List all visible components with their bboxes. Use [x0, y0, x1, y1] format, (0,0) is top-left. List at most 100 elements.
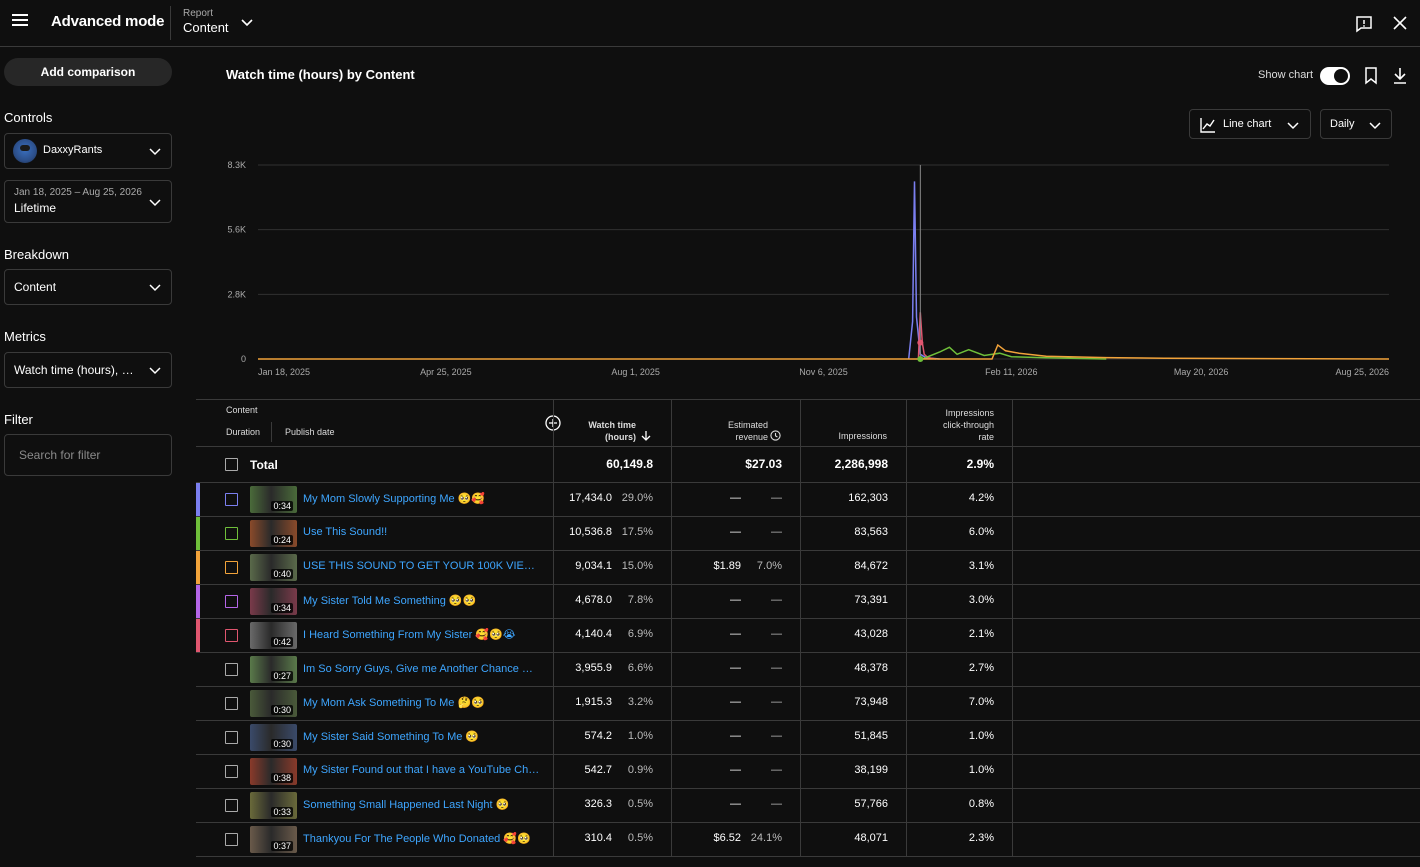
video-thumbnail[interactable]: 0:42 [250, 622, 297, 649]
col-divider [553, 447, 554, 483]
table-row[interactable]: 0:37 Thankyou For The People Who Donated … [196, 823, 1420, 857]
video-thumbnail[interactable]: 0:37 [250, 826, 297, 853]
sort-arrow-down-icon[interactable] [641, 430, 651, 442]
revenue-value: — [730, 628, 741, 640]
revenue-percent: — [771, 764, 782, 776]
col-divider [671, 721, 672, 755]
watch-time-percent: 6.9% [627, 628, 653, 640]
video-title-link[interactable]: Something Small Happened Last Night 🥺 [303, 798, 509, 811]
menu-icon[interactable] [12, 14, 28, 28]
controls-label: Controls [4, 110, 53, 125]
series-color-bar [196, 755, 200, 788]
col-divider [671, 789, 672, 823]
col-divider [1012, 653, 1013, 687]
col-divider [906, 687, 907, 721]
watch-time-value: 10,536.8 [569, 526, 612, 538]
line-chart[interactable]: 8.3K 5.6K 2.8K 0 Jan 18, 2025 Apr 25, 2025 Aug… [196, 152, 1420, 382]
video-thumbnail[interactable]: 0:27 [250, 656, 297, 683]
col-divider [553, 687, 554, 721]
add-comparison-button[interactable]: Add comparison [4, 58, 172, 86]
video-thumbnail[interactable]: 0:34 [250, 486, 297, 513]
col-divider [906, 823, 907, 857]
breakdown-selector[interactable]: Content [4, 269, 172, 305]
row-checkbox[interactable] [225, 561, 238, 574]
video-title-link[interactable]: USE THIS SOUND TO GET YOUR 100K VIEWS!! [303, 560, 545, 572]
chevron-down-icon [149, 367, 161, 375]
download-icon[interactable] [1392, 67, 1408, 85]
video-thumbnail[interactable]: 0:34 [250, 588, 297, 615]
video-title-link[interactable]: My Sister Told Me Something 🥺🥺 [303, 594, 476, 607]
video-thumbnail[interactable]: 0:38 [250, 758, 297, 785]
date-range-selector[interactable]: Jan 18, 2025 – Aug 25, 2026 Lifetime [4, 180, 172, 223]
report-selector[interactable]: Content [183, 20, 229, 35]
table-row[interactable]: 0:40 USE THIS SOUND TO GET YOUR 100K VIEW… [196, 551, 1420, 585]
video-duration: 0:30 [271, 705, 293, 715]
period-dropdown[interactable]: Daily [1320, 109, 1392, 139]
table-row[interactable]: 0:33 Something Small Happened Last Night … [196, 789, 1420, 823]
video-title-link[interactable]: Thankyou For The People Who Donated 🥰🥺 [303, 832, 531, 845]
table-row[interactable]: 0:30 My Mom Ask Something To Me 🤔🥺 1,915.3… [196, 687, 1420, 721]
video-title-link[interactable]: I Heard Something From My Sister 🥰🥺😭 [303, 628, 516, 641]
y-tick-label: 0 [241, 354, 246, 364]
row-checkbox[interactable] [225, 663, 238, 676]
ctr-value: 1.0% [968, 764, 994, 776]
close-icon[interactable] [1392, 15, 1408, 31]
video-duration: 0:27 [271, 671, 293, 681]
row-checkbox[interactable] [225, 799, 238, 812]
table-row[interactable]: 0:27 Im So Sorry Guys, Give me Another Ch… [196, 653, 1420, 687]
row-checkbox[interactable] [225, 629, 238, 642]
col-divider [671, 447, 672, 483]
channel-selector[interactable]: DaxxyRants [4, 133, 172, 169]
col-divider [906, 721, 907, 755]
video-title-link[interactable]: Use This Sound!! [303, 526, 387, 538]
video-title-link[interactable]: My Mom Slowly Supporting Me 🥺🥰 [303, 492, 485, 505]
header-ctr[interactable]: Impressions click-through rate [931, 407, 994, 443]
header-watch-time[interactable]: Watch time (hours) [584, 419, 636, 443]
chart-type-dropdown[interactable]: Line chart [1189, 109, 1311, 139]
col-divider [553, 653, 554, 687]
col-divider [800, 585, 801, 619]
table-row[interactable]: 0:34 My Sister Told Me Something 🥺🥺 4,678.… [196, 585, 1420, 619]
watch-time-value: 574.2 [584, 730, 612, 742]
table-row[interactable]: 0:38 My Sister Found out that I have a Yo… [196, 755, 1420, 789]
row-checkbox[interactable] [225, 527, 238, 540]
table-row[interactable]: 0:34 My Mom Slowly Supporting Me 🥺🥰 17,434… [196, 483, 1420, 517]
total-checkbox[interactable] [225, 458, 238, 471]
row-checkbox[interactable] [225, 731, 238, 744]
row-checkbox[interactable] [225, 595, 238, 608]
video-title-link[interactable]: Im So Sorry Guys, Give me Another Chance… [303, 662, 545, 675]
table-row[interactable]: 0:30 My Sister Said Something To Me 🥺 574.… [196, 721, 1420, 755]
revenue-value: — [730, 662, 741, 674]
chevron-down-icon [149, 284, 161, 292]
video-thumbnail[interactable]: 0:24 [250, 520, 297, 547]
row-checkbox[interactable] [225, 833, 238, 846]
header-content[interactable]: Content [226, 405, 258, 415]
video-thumbnail[interactable]: 0:33 [250, 792, 297, 819]
col-divider [1012, 755, 1013, 789]
ctr-value: 3.0% [968, 594, 994, 606]
bookmark-icon[interactable] [1363, 67, 1379, 85]
video-title-link[interactable]: My Mom Ask Something To Me 🤔🥺 [303, 696, 485, 709]
video-thumbnail[interactable]: 0:40 [250, 554, 297, 581]
header-duration[interactable]: Duration [226, 427, 260, 437]
table-row[interactable]: 0:42 I Heard Something From My Sister 🥰🥺😭… [196, 619, 1420, 653]
video-title-link[interactable]: My Sister Said Something To Me 🥺 [303, 730, 479, 743]
header-publish-date[interactable]: Publish date [285, 427, 335, 437]
video-title-link[interactable]: My Sister Found out that I have a YouTub… [303, 764, 545, 776]
metrics-selector[interactable]: Watch time (hours), Impressions [4, 352, 172, 388]
filter-input[interactable] [4, 434, 172, 476]
table-row[interactable]: 0:24 Use This Sound!! 10,536.8 17.5% — — 83,56… [196, 517, 1420, 551]
chevron-down-icon[interactable] [240, 15, 254, 29]
feedback-icon[interactable] [1355, 15, 1373, 33]
header-impressions[interactable]: Impressions [816, 431, 887, 441]
show-chart-toggle[interactable] [1320, 67, 1350, 85]
row-checkbox[interactable] [225, 493, 238, 506]
header-estimated-revenue[interactable]: Estimated revenue [716, 419, 768, 443]
watch-time-percent: 29.0% [621, 492, 653, 504]
row-checkbox[interactable] [225, 697, 238, 710]
video-thumbnail[interactable]: 0:30 [250, 724, 297, 751]
col-divider [553, 789, 554, 823]
row-checkbox[interactable] [225, 765, 238, 778]
watch-time-percent: 6.6% [627, 662, 653, 674]
video-thumbnail[interactable]: 0:30 [250, 690, 297, 717]
